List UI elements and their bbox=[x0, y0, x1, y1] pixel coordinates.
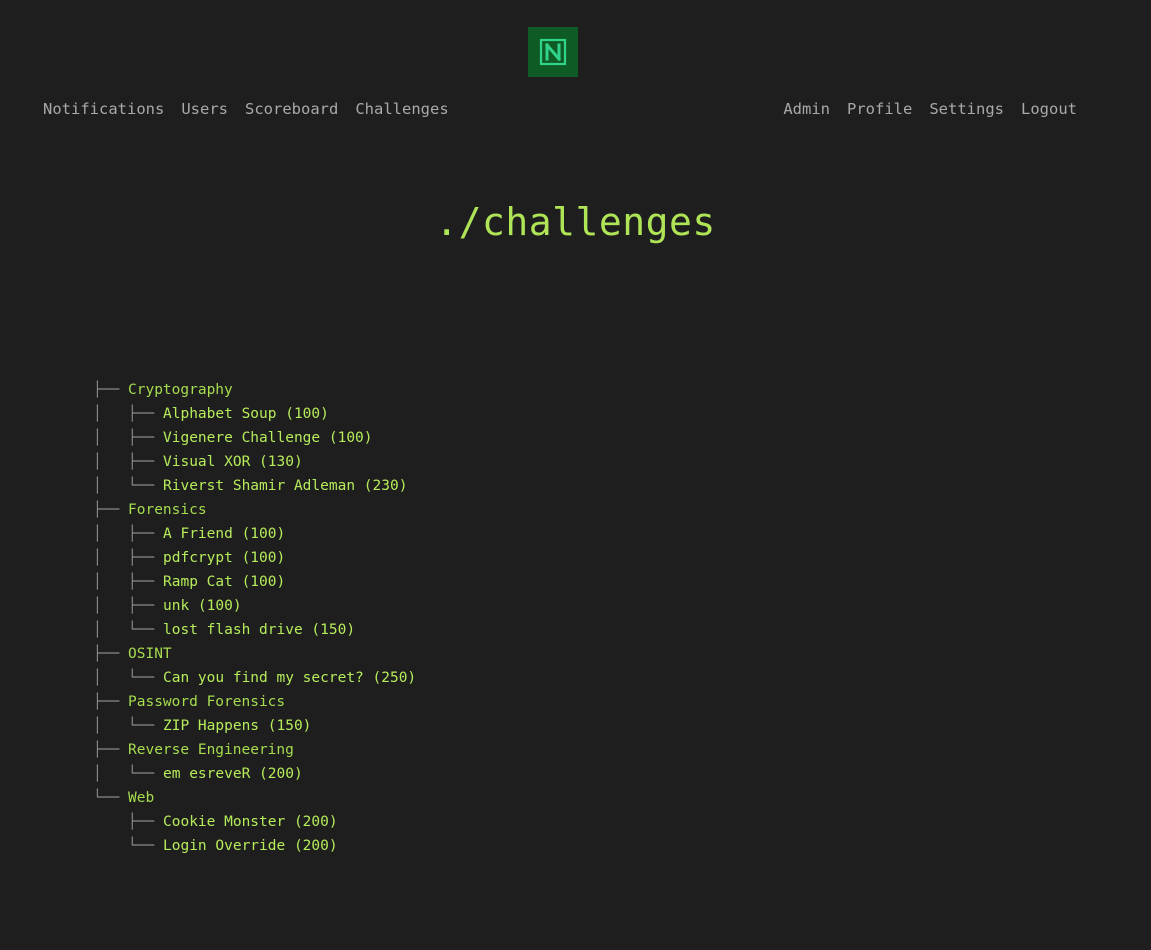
tree-category-row: ├── Cryptography bbox=[93, 378, 416, 402]
tree-challenge-row: │ ├── pdfcrypt (100) bbox=[93, 546, 416, 570]
tree-category-row: ├── Forensics bbox=[93, 498, 416, 522]
challenge-link[interactable]: Alphabet Soup (100) bbox=[163, 402, 329, 426]
page-title: ./challenges bbox=[435, 200, 716, 244]
challenge-link[interactable]: pdfcrypt (100) bbox=[163, 546, 285, 570]
user-nav: Admin Profile Settings Logout bbox=[783, 98, 1077, 120]
challenge-link[interactable]: unk (100) bbox=[163, 594, 242, 618]
challenge-tree: ├── Cryptography │ ├── Alphabet Soup (100… bbox=[93, 378, 416, 858]
challenge-link[interactable]: Login Override (200) bbox=[163, 834, 338, 858]
category-name: Cryptography bbox=[128, 382, 233, 398]
tree-branch-glyph: │ └── bbox=[93, 670, 163, 686]
tree-challenge-row: │ ├── unk (100) bbox=[93, 594, 416, 618]
nav-settings[interactable]: Settings bbox=[929, 98, 1004, 120]
tree-branch-glyph: │ ├── bbox=[93, 430, 163, 446]
challenge-link[interactable]: Cookie Monster (200) bbox=[163, 810, 338, 834]
nav-profile[interactable]: Profile bbox=[847, 98, 912, 120]
challenge-link[interactable]: Visual XOR (130) bbox=[163, 450, 303, 474]
tree-branch-glyph: │ ├── bbox=[93, 598, 163, 614]
tree-category-row: ├── Reverse Engineering bbox=[93, 738, 416, 762]
tree-challenge-row: │ └── ZIP Happens (150) bbox=[93, 714, 416, 738]
tree-challenge-row: │ ├── Ramp Cat (100) bbox=[93, 570, 416, 594]
tree-challenge-row: ├── Cookie Monster (200) bbox=[93, 810, 416, 834]
nav-challenges[interactable]: Challenges bbox=[355, 98, 448, 120]
tree-challenge-row: │ └── Can you find my secret? (250) bbox=[93, 666, 416, 690]
tree-challenge-row: │ └── Riverst Shamir Adleman (230) bbox=[93, 474, 416, 498]
tree-branch-glyph: ├── bbox=[93, 742, 128, 758]
tree-branch-glyph: │ └── bbox=[93, 478, 163, 494]
tree-branch-glyph: ├── bbox=[93, 694, 128, 710]
primary-nav: Notifications Users Scoreboard Challenge… bbox=[43, 98, 449, 120]
tree-branch-glyph: │ └── bbox=[93, 766, 163, 782]
tree-category-row: └── Web bbox=[93, 786, 416, 810]
tree-branch-glyph: ├── bbox=[93, 646, 128, 662]
category-name: OSINT bbox=[128, 646, 172, 662]
tree-branch-glyph: ├── bbox=[93, 502, 128, 518]
tree-branch-glyph: └── bbox=[93, 838, 163, 854]
tree-challenge-row: │ ├── Alphabet Soup (100) bbox=[93, 402, 416, 426]
tree-branch-glyph: │ ├── bbox=[93, 454, 163, 470]
tree-category-row: ├── Password Forensics bbox=[93, 690, 416, 714]
nav-admin[interactable]: Admin bbox=[783, 98, 830, 120]
challenge-link[interactable]: Vigenere Challenge (100) bbox=[163, 426, 373, 450]
category-name: Password Forensics bbox=[128, 694, 286, 710]
challenge-link[interactable]: Ramp Cat (100) bbox=[163, 570, 285, 594]
tree-branch-glyph: │ └── bbox=[93, 718, 163, 734]
tree-category-row: ├── OSINT bbox=[93, 642, 416, 666]
challenge-link[interactable]: Riverst Shamir Adleman (230) bbox=[163, 474, 407, 498]
tree-challenge-row: │ ├── A Friend (100) bbox=[93, 522, 416, 546]
site-logo[interactable] bbox=[528, 27, 578, 77]
tree-challenge-row: │ ├── Visual XOR (130) bbox=[93, 450, 416, 474]
challenge-link[interactable]: Can you find my secret? (250) bbox=[163, 666, 416, 690]
challenge-link[interactable]: lost flash drive (150) bbox=[163, 618, 355, 642]
tree-branch-glyph: │ ├── bbox=[93, 526, 163, 542]
tree-challenge-row: │ └── em esreveR (200) bbox=[93, 762, 416, 786]
tree-branch-glyph: │ └── bbox=[93, 622, 163, 638]
tree-challenge-row: │ └── lost flash drive (150) bbox=[93, 618, 416, 642]
nav-users[interactable]: Users bbox=[181, 98, 228, 120]
category-name: Forensics bbox=[128, 502, 207, 518]
tree-branch-glyph: │ ├── bbox=[93, 574, 163, 590]
category-name: Reverse Engineering bbox=[128, 742, 294, 758]
tree-challenge-row: └── Login Override (200) bbox=[93, 834, 416, 858]
tree-branch-glyph: │ ├── bbox=[93, 550, 163, 566]
tree-branch-glyph: ├── bbox=[93, 382, 128, 398]
category-name: Web bbox=[128, 790, 155, 806]
tree-branch-glyph: │ ├── bbox=[93, 406, 163, 422]
challenge-link[interactable]: em esreveR (200) bbox=[163, 762, 303, 786]
challenge-link[interactable]: A Friend (100) bbox=[163, 522, 285, 546]
tree-branch-glyph: ├── bbox=[93, 814, 163, 830]
tree-branch-glyph: └── bbox=[93, 790, 128, 806]
n-logo-icon bbox=[539, 38, 567, 66]
nav-logout[interactable]: Logout bbox=[1021, 98, 1077, 120]
nav-notifications[interactable]: Notifications bbox=[43, 98, 164, 120]
challenge-link[interactable]: ZIP Happens (150) bbox=[163, 714, 311, 738]
nav-scoreboard[interactable]: Scoreboard bbox=[245, 98, 338, 120]
tree-challenge-row: │ ├── Vigenere Challenge (100) bbox=[93, 426, 416, 450]
